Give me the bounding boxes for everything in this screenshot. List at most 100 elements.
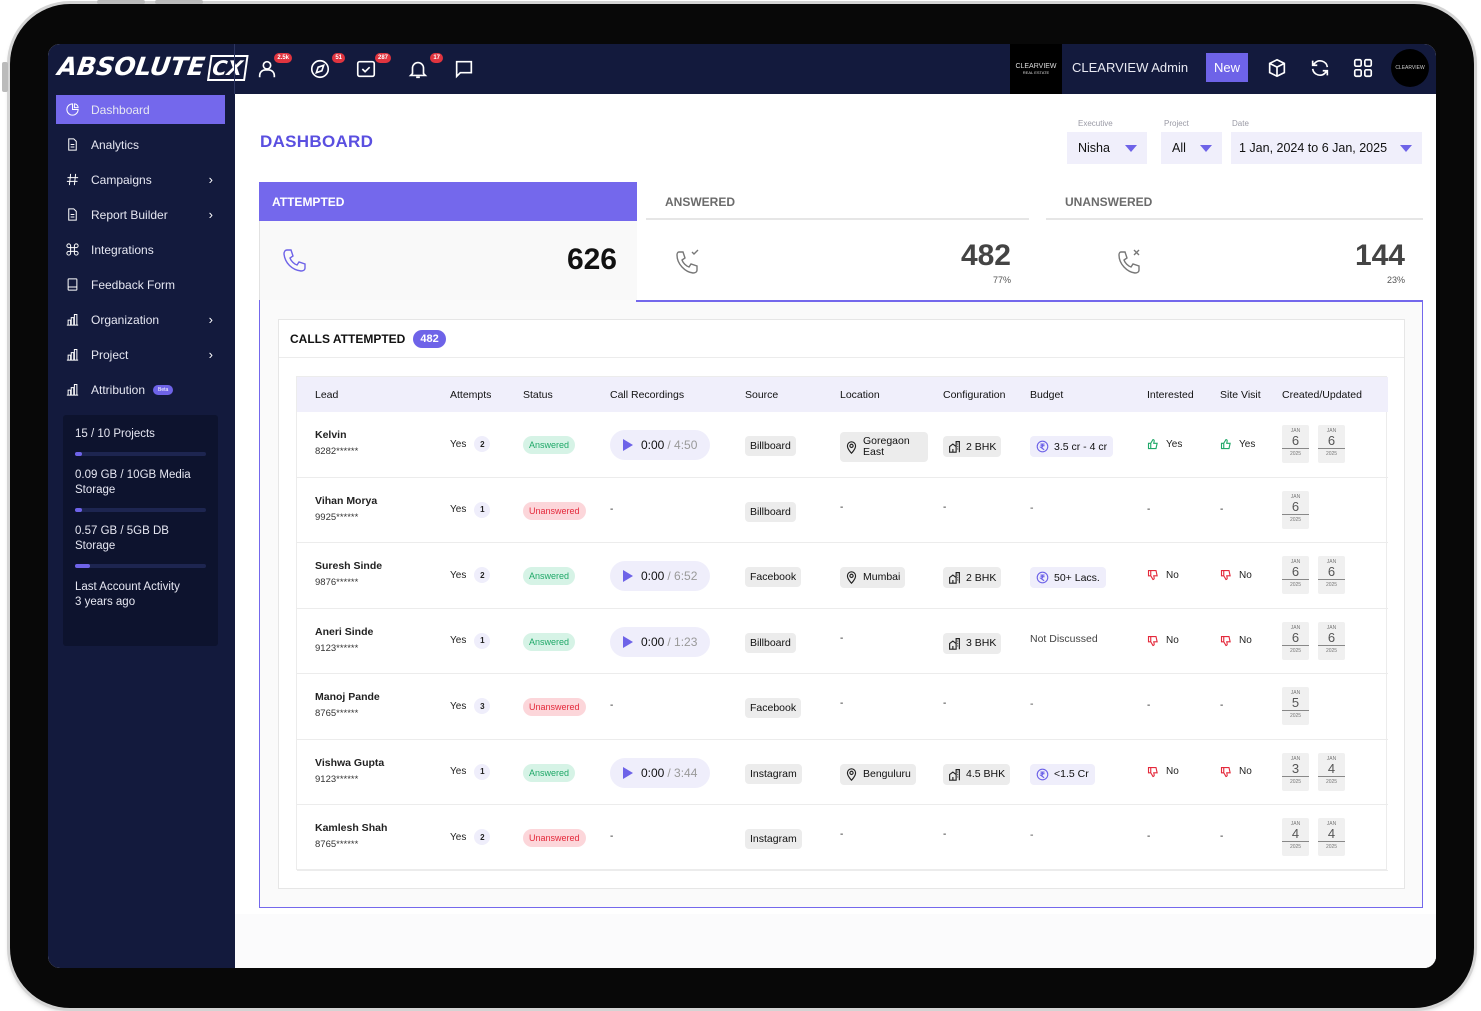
box-icon[interactable]	[1266, 57, 1290, 81]
thumbs-down-icon	[1147, 766, 1159, 778]
column-header-lead[interactable]: Lead	[315, 389, 338, 401]
refresh-icon[interactable]	[1309, 57, 1333, 81]
projects-usage-fill	[75, 452, 82, 456]
executive-filter[interactable]: Nisha	[1067, 132, 1147, 164]
sidebar-item-attribution[interactable]: Attribution Beta	[56, 375, 225, 404]
bell-icon[interactable]: 17	[405, 56, 431, 82]
grid-icon[interactable]	[1352, 57, 1376, 81]
column-header-source[interactable]: Source	[745, 389, 778, 401]
budget-cell: -	[1030, 829, 1034, 841]
divider	[234, 44, 235, 94]
table-row[interactable]: Suresh Sinde9876******Yes2Answered0:00/ …	[297, 543, 1388, 609]
compass-icon[interactable]: 51	[307, 56, 333, 82]
sidebar-item-analytics[interactable]: Analytics	[56, 130, 225, 159]
column-header-configuration[interactable]: Configuration	[943, 389, 1005, 401]
date-day: 5	[1282, 696, 1309, 711]
tablet-side-button	[2, 62, 8, 92]
table-row[interactable]: Aneri Sinde9123******Yes1Answered0:00/ 1…	[297, 609, 1388, 675]
tab-unanswered[interactable]: UNANSWERED	[1046, 182, 1423, 220]
site-visit-value: No	[1239, 766, 1252, 777]
column-header-location[interactable]: Location	[840, 389, 880, 401]
lead-name[interactable]: Vishwa Gupta	[315, 757, 384, 769]
table-row[interactable]: Kelvin8282******Yes2Answered0:00/ 4:50Bi…	[297, 412, 1388, 478]
recording-empty: -	[610, 504, 613, 515]
brand-sub: REAL ESTATE	[1023, 70, 1049, 75]
date-day: 6	[1318, 434, 1345, 449]
lead-name[interactable]: Manoj Pande	[315, 691, 380, 703]
column-header-interested[interactable]: Interested	[1147, 389, 1194, 401]
lead-name[interactable]: Vihan Morya	[315, 495, 377, 507]
checkbox-icon[interactable]: 287	[353, 56, 379, 82]
site-visit-value: No	[1239, 635, 1252, 646]
created-updated-cell: JAN32025JAN42025	[1282, 753, 1345, 791]
call-recording-player[interactable]: 0:00/ 1:23	[610, 627, 710, 657]
site-visit-cell: -	[1220, 504, 1223, 515]
beta-badge: Beta	[153, 385, 173, 395]
column-header-status[interactable]: Status	[523, 389, 553, 401]
sidebar-item-feedback-form[interactable]: Feedback Form	[56, 270, 225, 299]
avatar[interactable]: CLEARVIEW	[1391, 49, 1429, 87]
app-logo[interactable]: ABSOLUTECX	[56, 52, 249, 81]
call-recording-player[interactable]: 0:00/ 4:50	[610, 430, 710, 460]
hash-icon	[64, 172, 80, 188]
created-date: JAN32025	[1282, 753, 1309, 791]
table-row[interactable]: Vihan Morya9925******Yes1Unanswered-Bill…	[297, 478, 1388, 544]
interested-value: -	[1147, 504, 1150, 515]
users-icon[interactable]: 2.5k	[254, 56, 280, 82]
site-visit-cell: -	[1220, 700, 1223, 711]
sidebar-item-label: Project	[91, 348, 128, 362]
chat-icon[interactable]	[451, 56, 477, 82]
recording-empty: -	[610, 831, 613, 842]
created-date: JAN62025	[1282, 556, 1309, 594]
sidebar-item-report-builder[interactable]: Report Builder ›	[56, 200, 225, 229]
play-icon[interactable]	[623, 636, 633, 648]
attempted-flag: Yes	[450, 635, 466, 646]
created-date: JAN62025	[1282, 425, 1309, 463]
play-icon[interactable]	[623, 767, 633, 779]
building-icon	[948, 440, 961, 453]
notification-badge: 2.5k	[274, 53, 292, 63]
logo-text: ABSOLUTE	[56, 52, 207, 81]
table-row[interactable]: Manoj Pande8765******Yes3Unanswered-Face…	[297, 674, 1388, 740]
budget-text: 50+ Lacs.	[1054, 572, 1100, 584]
play-icon[interactable]	[623, 439, 633, 451]
dropdown-arrow-icon	[1200, 145, 1212, 152]
sidebar-item-organization[interactable]: Organization ›	[56, 305, 225, 334]
status-cell: Unanswered	[523, 829, 586, 847]
location-pin-icon	[845, 768, 858, 781]
table-row[interactable]: Kamlesh Shah8765******Yes2Unanswered-Ins…	[297, 805, 1388, 871]
interested-cell: No	[1147, 766, 1179, 778]
sidebar-item-dashboard[interactable]: Dashboard	[56, 95, 225, 124]
tab-answered[interactable]: ANSWERED	[646, 182, 1029, 220]
column-header-site-visit[interactable]: Site Visit	[1220, 389, 1261, 401]
column-header-attempts[interactable]: Attempts	[450, 389, 491, 401]
date-filter-label: Date	[1232, 119, 1249, 128]
thumbs-down-icon	[1220, 569, 1232, 581]
lead-name[interactable]: Suresh Sinde	[315, 560, 382, 572]
budget-text: -	[1030, 502, 1034, 514]
sidebar-item-project[interactable]: Project ›	[56, 340, 225, 369]
lead-phone: 9925******	[315, 512, 358, 523]
bar-chart-icon	[64, 347, 80, 363]
column-header-call-recordings[interactable]: Call Recordings	[610, 389, 684, 401]
updated-date: JAN42025	[1318, 818, 1345, 856]
lead-name[interactable]: Aneri Sinde	[315, 626, 373, 638]
tab-attempted[interactable]: ATTEMPTED	[259, 182, 637, 221]
lead-name[interactable]: Kamlesh Shah	[315, 822, 387, 834]
sidebar-item-campaigns[interactable]: Campaigns ›	[56, 165, 225, 194]
project-filter[interactable]: All	[1161, 132, 1222, 164]
date-filter[interactable]: 1 Jan, 2024 to 6 Jan, 2025	[1231, 132, 1422, 164]
date-year: 2025	[1326, 582, 1337, 588]
play-icon[interactable]	[623, 570, 633, 582]
sidebar-item-integrations[interactable]: Integrations	[56, 235, 225, 264]
call-recording-player[interactable]: 0:00/ 3:44	[610, 758, 710, 788]
call-recording-player[interactable]: 0:00/ 6:52	[610, 561, 710, 591]
date-day: 6	[1318, 565, 1345, 580]
admin-label[interactable]: CLEARVIEW Admin	[1072, 60, 1188, 75]
lead-name[interactable]: Kelvin	[315, 429, 347, 441]
column-header-budget[interactable]: Budget	[1030, 389, 1063, 401]
new-button[interactable]: New	[1206, 53, 1248, 82]
executive-filter-value: Nisha	[1078, 141, 1110, 155]
table-row[interactable]: Vishwa Gupta9123******Yes1Answered0:00/ …	[297, 740, 1388, 806]
column-header-created-updated[interactable]: Created/Updated	[1282, 389, 1362, 401]
